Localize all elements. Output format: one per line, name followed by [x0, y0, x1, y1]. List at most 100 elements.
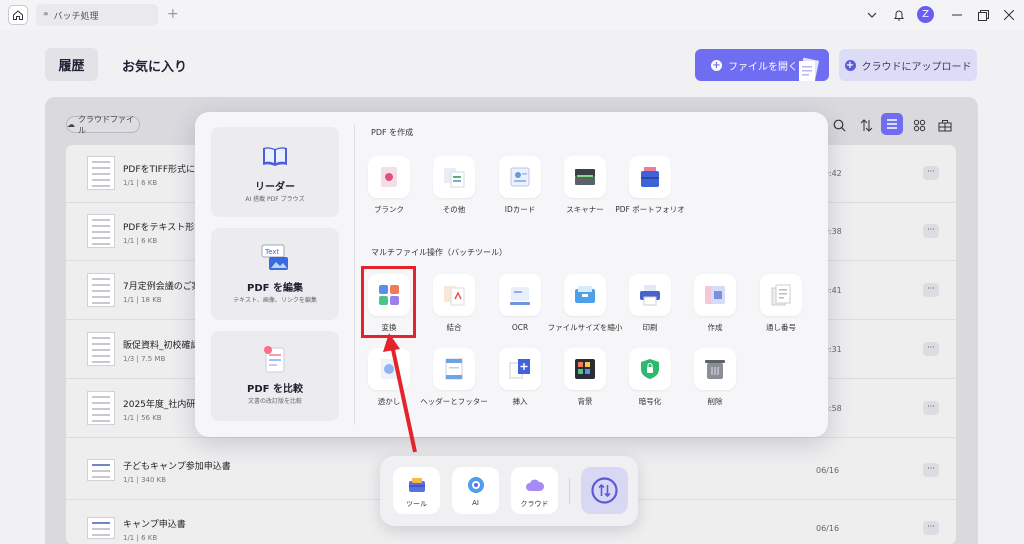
toolbox-icon	[409, 478, 425, 492]
bell-icon[interactable]	[891, 7, 907, 23]
compare-pdf-card[interactable]: PDF を比較 文書の改訂版を比較	[211, 331, 339, 421]
merge-icon	[444, 286, 465, 306]
feature-title: PDF を編集	[247, 283, 303, 294]
portfolio-tile[interactable]	[629, 156, 671, 198]
plus-icon: +	[844, 59, 856, 71]
more-button[interactable]: ···	[923, 342, 939, 356]
feature-subtitle: 文書の改訂版を比較	[247, 398, 302, 405]
file-meta: 1/1 | 6 KB	[123, 237, 158, 245]
feature-title: PDF を比較	[247, 384, 303, 395]
ocr-tile[interactable]	[499, 274, 541, 316]
encrypt-tile[interactable]	[629, 348, 671, 390]
list-view-button[interactable]	[881, 113, 903, 135]
feature-subtitle: AI 搭載 PDF ブラウズ	[245, 196, 305, 203]
scanner-tile[interactable]	[564, 156, 606, 198]
file-meta: 1/1 | 6 KB	[123, 179, 158, 187]
header-footer-tile[interactable]	[433, 348, 475, 390]
create-tile[interactable]	[694, 274, 736, 316]
file-thumbnail	[87, 332, 115, 366]
file-name: キャンプ申込書	[123, 520, 186, 530]
file-thumbnail	[87, 156, 115, 190]
title-bar: ⚭ バッチ処理 + Z	[0, 0, 1024, 30]
printer-icon	[640, 285, 660, 306]
popup-divider	[354, 125, 355, 425]
more-button[interactable]: ···	[923, 224, 939, 238]
sort-icon[interactable]	[857, 116, 875, 134]
open-file-button[interactable]: + ファイルを開く	[695, 49, 829, 81]
id-card-tile[interactable]	[499, 156, 541, 198]
print-tile[interactable]	[629, 274, 671, 316]
create-section-title: PDF を作成	[371, 128, 414, 137]
compare-icon	[264, 346, 285, 373]
delete-tile[interactable]	[694, 348, 736, 390]
add-tab-button[interactable]: +	[167, 6, 179, 22]
plus-icon: +	[711, 59, 722, 71]
background-tile[interactable]	[564, 348, 606, 390]
more-button[interactable]: ···	[923, 521, 939, 535]
feature-subtitle: テキスト、画像、リンクを編集	[233, 297, 317, 304]
cloud-dock-button[interactable]: クラウド	[511, 467, 558, 514]
other-tile[interactable]	[433, 156, 475, 198]
file-meta: 1/1 | 18 KB	[123, 296, 162, 304]
file-thumbnail	[87, 517, 115, 539]
close-icon[interactable]	[1001, 7, 1017, 23]
create-icon	[705, 286, 725, 304]
file-thumbnail	[87, 391, 115, 425]
blank-tile[interactable]	[368, 156, 410, 198]
more-button[interactable]: ···	[923, 401, 939, 415]
more-button[interactable]: ···	[923, 283, 939, 297]
file-name: 子どもキャンプ参加申込書	[123, 462, 231, 472]
tab-history[interactable]: 履歴	[45, 48, 98, 81]
bates-numbering-tile[interactable]	[760, 274, 802, 316]
reader-card[interactable]: リーダー AI 搭載 PDF ブラウズ	[211, 127, 339, 217]
cloud-upload-label: クラウドにアップロード	[861, 61, 972, 73]
edit-pdf-card[interactable]: Text PDF を編集 テキスト、画像、リンクを編集	[211, 228, 339, 320]
portfolio-icon	[641, 167, 659, 187]
tab-batch[interactable]: ⚭ バッチ処理	[36, 4, 158, 26]
grid-view-icon[interactable]	[910, 116, 928, 134]
header-footer-icon	[445, 358, 463, 380]
cloud-dock-label: クラウド	[520, 500, 549, 508]
book-icon	[263, 147, 287, 166]
merge-tile[interactable]	[433, 274, 475, 316]
background-icon	[575, 359, 595, 379]
shield-icon	[641, 359, 659, 379]
chevron-down-icon[interactable]	[864, 7, 880, 23]
file-time: 06/16	[816, 524, 840, 533]
transfer-icon	[591, 477, 618, 504]
tool-dock-button[interactable]: ツール	[393, 467, 440, 514]
home-icon[interactable]	[8, 5, 28, 25]
cloud-upload-button[interactable]: + クラウドにアップロード	[839, 49, 977, 81]
compress-tile[interactable]	[564, 274, 606, 316]
ocr-icon	[510, 287, 530, 305]
portfolio-label: PDF ポートフォリオ	[615, 205, 685, 214]
more-button[interactable]: ···	[923, 463, 939, 477]
file-meta: 1/1 | 340 KB	[123, 476, 167, 484]
delete-label: 削除	[707, 397, 723, 406]
watermark-icon	[381, 359, 397, 379]
search-icon[interactable]	[830, 116, 848, 134]
file-name: 2025年度_社内研修	[123, 400, 205, 410]
file-thumbnail	[87, 459, 115, 481]
restore-icon[interactable]	[975, 7, 991, 23]
avatar[interactable]: Z	[917, 6, 934, 23]
tab-favorites[interactable]: お気に入り	[122, 56, 187, 75]
convert-highlight	[361, 266, 416, 338]
cloud-files-chip[interactable]: ☁ クラウドファイル	[66, 115, 140, 135]
file-meta: 1/3 | 7.5 MB	[123, 355, 166, 363]
cloud-icon: ☁	[67, 120, 75, 129]
minimize-icon[interactable]	[949, 7, 965, 23]
compress-icon	[575, 286, 595, 303]
batch-section-title: マルチファイル操作（バッチツール）	[371, 248, 507, 257]
toolbox-icon[interactable]	[936, 116, 954, 134]
sort-dock-button[interactable]	[581, 467, 628, 514]
more-button[interactable]: ···	[923, 166, 939, 180]
file-thumbnail	[87, 214, 115, 248]
watermark-tile[interactable]	[368, 348, 410, 390]
other-files-icon	[444, 168, 465, 188]
document-stack-icon	[798, 57, 820, 81]
insert-tile[interactable]	[499, 348, 541, 390]
ai-dock-button[interactable]: AI	[452, 467, 499, 514]
blank-page-icon	[381, 167, 397, 187]
list-view-icon	[887, 119, 897, 129]
